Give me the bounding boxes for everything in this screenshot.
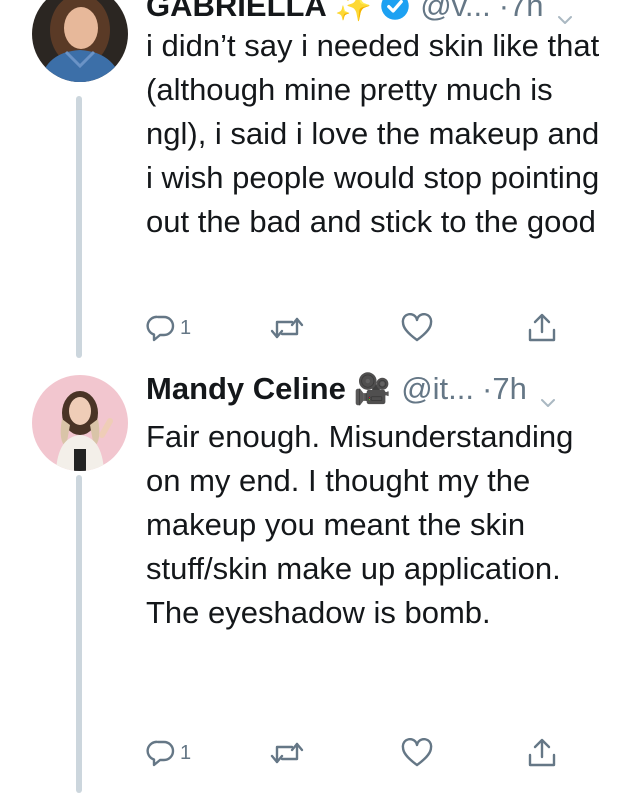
tweet-text: i didn’t say i needed skin like that (al… [146,28,600,239]
reply-count: 1 [180,741,192,764]
retweet-button[interactable] [270,733,304,773]
tweet-header: Mandy Celine 🎥 @it... ·7h [146,369,640,409]
movie-camera-emoji: 🎥 [353,372,392,406]
reply-button[interactable]: 1 [146,733,191,773]
like-button[interactable] [400,733,434,773]
thread-line [76,96,82,358]
share-icon [526,312,558,344]
timestamp[interactable]: ·7h [482,371,527,407]
like-icon [400,738,434,768]
display-name[interactable]: Mandy Celine [146,371,346,407]
reply-button[interactable]: 1 [146,308,191,348]
user-handle[interactable]: @v... [420,0,491,24]
chevron-down-icon[interactable] [557,0,572,24]
share-icon [526,737,558,769]
retweet-icon [270,313,304,343]
timestamp[interactable]: ·7h [499,0,544,24]
chevron-down-icon[interactable] [540,382,555,407]
sparkles-emoji: ✨ [334,0,373,23]
user-handle[interactable]: @it... [401,371,474,407]
retweet-icon [270,738,304,768]
tweet-header: GABRIELLA ✨ @v... ·7h [146,0,640,26]
like-icon [400,313,434,343]
retweet-button[interactable] [270,308,304,348]
verified-icon [380,0,410,21]
thread-line [76,475,82,793]
reply-icon [146,738,176,768]
tweet[interactable]: GABRIELLA ✨ @v... ·7h i didn’t say i nee… [0,0,640,363]
reply-icon [146,313,176,343]
reply-count: 1 [180,316,192,339]
tweet-text: Fair enough. Misunderstanding on my end.… [146,419,574,630]
like-button[interactable] [400,308,434,348]
tweet-actions: 1 [146,733,586,773]
avatar[interactable] [32,0,128,82]
tweet-actions: 1 [146,308,586,348]
share-button[interactable] [526,308,558,348]
display-name[interactable]: GABRIELLA [146,0,327,24]
share-button[interactable] [526,733,558,773]
tweet[interactable]: Mandy Celine 🎥 @it... ·7h Fair enough. M… [0,363,640,796]
avatar[interactable] [32,375,128,471]
